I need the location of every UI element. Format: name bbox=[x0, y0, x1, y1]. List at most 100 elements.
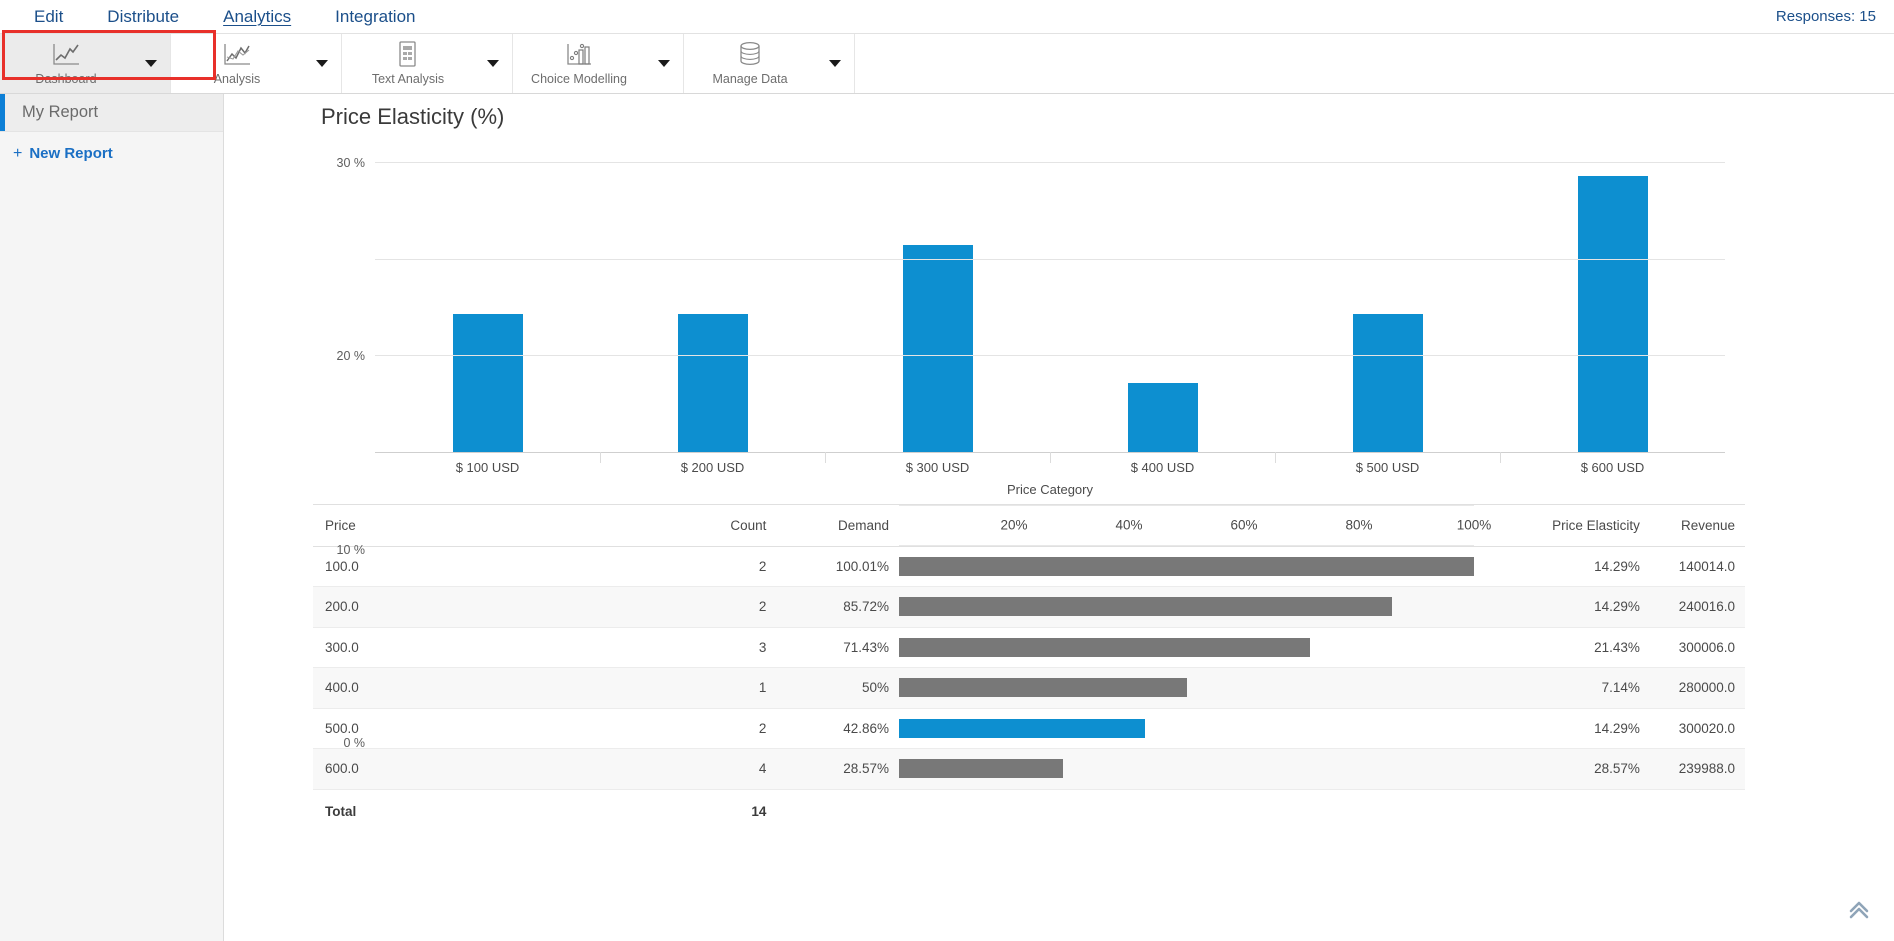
dashboard-label: Dashboard bbox=[35, 72, 96, 86]
cell-revenue: 240016.0 bbox=[1640, 587, 1745, 628]
cell-price: 200.0 bbox=[313, 587, 490, 628]
demand-bar[interactable] bbox=[899, 759, 1063, 778]
analysis-button[interactable]: Analysis bbox=[171, 34, 303, 93]
chart-bar-slot bbox=[1050, 162, 1275, 452]
menu-item-analytics[interactable]: Analytics bbox=[201, 0, 313, 33]
price-elasticity-table: Price Count Demand 20%40%60%80%100% Pric… bbox=[313, 504, 1745, 833]
column-header-count[interactable]: Count bbox=[490, 505, 766, 547]
plus-icon: + bbox=[13, 145, 22, 163]
chart-x-tick-label: $ 600 USD bbox=[1500, 460, 1725, 475]
demand-bar[interactable] bbox=[899, 638, 1310, 657]
chart-bar-slot bbox=[1500, 162, 1725, 452]
report-sidebar: My Report + New Report bbox=[0, 94, 224, 941]
demand-bar[interactable] bbox=[899, 557, 1474, 576]
demand-bar-track bbox=[899, 678, 1474, 697]
manage-data-chevron-down-icon[interactable] bbox=[816, 34, 854, 93]
chart-x-tick-label: $ 500 USD bbox=[1275, 460, 1500, 475]
total-bar bbox=[899, 789, 1474, 833]
ribbon-group-analysis: Analysis bbox=[171, 34, 342, 93]
text-analysis-label: Text Analysis bbox=[372, 72, 444, 86]
choice-modelling-button[interactable]: Choice Modelling bbox=[513, 34, 645, 93]
dashboard-chevron-down-icon[interactable] bbox=[132, 34, 170, 93]
table-row[interactable]: 500.0242.86%14.29%300020.0 bbox=[313, 708, 1745, 749]
chart-title: Price Elasticity (%) bbox=[313, 94, 1745, 130]
chart-x-separator bbox=[1050, 452, 1051, 463]
new-report-button[interactable]: + New Report bbox=[0, 131, 223, 175]
chart-x-separator bbox=[600, 452, 601, 463]
table-row[interactable]: 400.0150%7.14%280000.0 bbox=[313, 668, 1745, 709]
text-analysis-chevron-down-icon[interactable] bbox=[474, 34, 512, 93]
ribbon-group-manage-data: Manage Data bbox=[684, 34, 855, 93]
table-row[interactable]: 300.0371.43%21.43%300006.0 bbox=[313, 627, 1745, 668]
demand-scale-tick: 100% bbox=[1457, 518, 1492, 533]
sidebar-item-my-report[interactable]: My Report bbox=[0, 94, 223, 131]
ribbon-group-dashboard: Dashboard bbox=[0, 34, 171, 93]
chart-x-separator bbox=[1275, 452, 1276, 463]
menu-item-distribute[interactable]: Distribute bbox=[85, 0, 201, 33]
main-content: Price Elasticity (%) 0 %10 %20 %30 % $ 1… bbox=[225, 94, 1894, 941]
scroll-to-top-button[interactable] bbox=[1842, 893, 1876, 927]
demand-bar[interactable] bbox=[899, 719, 1145, 738]
text-analysis-button[interactable]: Text Analysis bbox=[342, 34, 474, 93]
chart-bar[interactable] bbox=[1353, 314, 1423, 452]
chart-bar[interactable] bbox=[678, 314, 748, 452]
chart-bar[interactable] bbox=[903, 245, 973, 452]
line-chart-icon bbox=[51, 40, 81, 68]
table-header: Price Count Demand 20%40%60%80%100% Pric… bbox=[313, 505, 1745, 547]
chart-x-axis-title: Price Category bbox=[375, 482, 1725, 497]
table-row[interactable]: 100.02100.01%14.29%140014.0 bbox=[313, 546, 1745, 587]
total-row: Total 14 bbox=[313, 789, 1745, 833]
cell-demand-bar bbox=[899, 587, 1474, 628]
column-header-demand[interactable]: Demand bbox=[766, 505, 899, 547]
column-header-price[interactable]: Price bbox=[313, 505, 490, 547]
manage-data-button[interactable]: Manage Data bbox=[684, 34, 816, 93]
chart-gridline: 20 % bbox=[375, 259, 1725, 260]
database-icon bbox=[737, 40, 763, 68]
demand-bar[interactable] bbox=[899, 678, 1187, 697]
chart-bar-slot bbox=[375, 162, 600, 452]
demand-bar-track bbox=[899, 638, 1474, 657]
analysis-label: Analysis bbox=[214, 72, 261, 86]
chart-y-tick-label: 10 % bbox=[337, 543, 366, 557]
analysis-chevron-down-icon[interactable] bbox=[303, 34, 341, 93]
demand-bar[interactable] bbox=[899, 597, 1392, 616]
cell-count: 1 bbox=[490, 668, 766, 709]
cell-count: 2 bbox=[490, 587, 766, 628]
chart-bar[interactable] bbox=[1578, 176, 1648, 452]
choice-modelling-chevron-down-icon[interactable] bbox=[645, 34, 683, 93]
column-header-revenue[interactable]: Revenue bbox=[1640, 505, 1745, 547]
cell-demand-bar bbox=[899, 668, 1474, 709]
table-row[interactable]: 200.0285.72%14.29%240016.0 bbox=[313, 587, 1745, 628]
cell-count: 2 bbox=[490, 708, 766, 749]
cell-revenue: 280000.0 bbox=[1640, 668, 1745, 709]
cell-demand: 71.43% bbox=[766, 627, 899, 668]
cell-price-elasticity: 28.57% bbox=[1474, 749, 1640, 790]
cell-price: 300.0 bbox=[313, 627, 490, 668]
table-row[interactable]: 600.0428.57%28.57%239988.0 bbox=[313, 749, 1745, 790]
chart-bar-slot bbox=[825, 162, 1050, 452]
menu-item-edit[interactable]: Edit bbox=[12, 0, 85, 33]
cell-price-elasticity: 14.29% bbox=[1474, 708, 1640, 749]
chart-bar[interactable] bbox=[453, 314, 523, 452]
column-header-demand-scale: 20%40%60%80%100% bbox=[899, 505, 1474, 547]
demand-bar-track bbox=[899, 759, 1474, 778]
cell-demand: 28.57% bbox=[766, 749, 899, 790]
ribbon-group-choice-modelling: Choice Modelling bbox=[513, 34, 684, 93]
price-elasticity-bar-chart: 0 %10 %20 %30 % $ 100 USD$ 200 USD$ 300 … bbox=[313, 138, 1745, 498]
demand-scale-tick: 60% bbox=[1231, 518, 1258, 533]
chart-bar[interactable] bbox=[1128, 383, 1198, 452]
document-text-icon bbox=[396, 40, 420, 68]
column-header-price-elasticity[interactable]: Price Elasticity bbox=[1474, 505, 1640, 547]
my-report-label: My Report bbox=[22, 103, 98, 122]
chart-bar-slot bbox=[1275, 162, 1500, 452]
menu-item-integration[interactable]: Integration bbox=[313, 0, 437, 33]
dashboard-button[interactable]: Dashboard bbox=[0, 34, 132, 93]
demand-scale-tick: 20% bbox=[1001, 518, 1028, 533]
new-report-label: New Report bbox=[29, 145, 112, 162]
total-elasticity bbox=[1474, 789, 1640, 833]
chart-x-tick-label: $ 400 USD bbox=[1050, 460, 1275, 475]
cell-revenue: 300020.0 bbox=[1640, 708, 1745, 749]
chart-y-tick-label: 20 % bbox=[337, 349, 366, 363]
manage-data-label: Manage Data bbox=[712, 72, 787, 86]
chart-x-separator bbox=[1500, 452, 1501, 463]
